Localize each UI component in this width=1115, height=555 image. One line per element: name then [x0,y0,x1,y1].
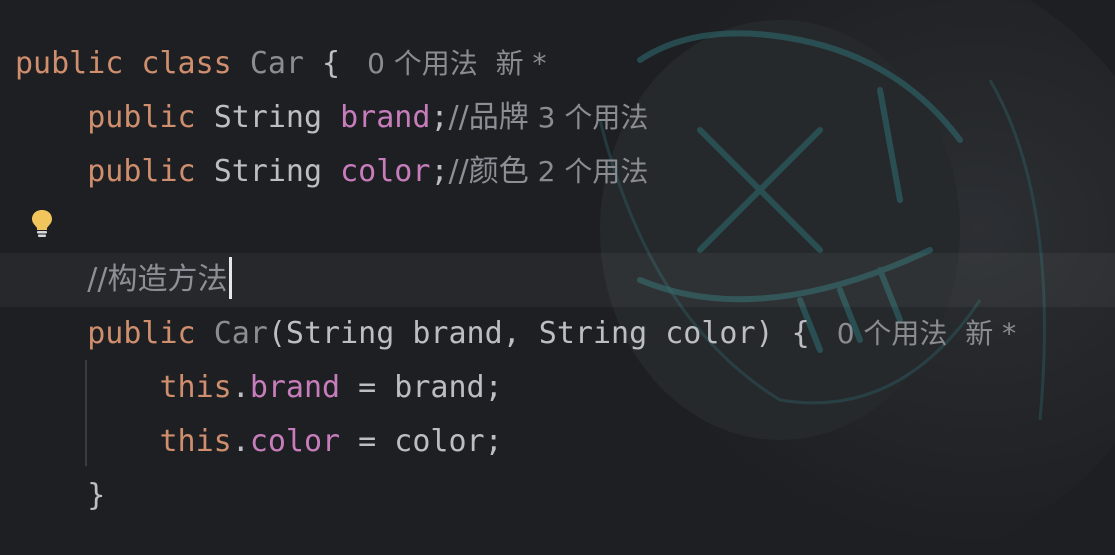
code-token: ; [430,154,449,189]
indent-guide [85,360,87,466]
code-token: color [340,154,431,189]
code-token: Car [249,46,304,81]
code-token: . [231,424,250,459]
code-token: = color; [340,424,503,459]
code-token: public [15,316,214,351]
code-token: brand [340,100,431,135]
code-text: public String brand;//品牌 3 个用法 [15,91,648,145]
code-line[interactable]: this.color = color; [0,415,1115,469]
code-token: . [231,370,250,405]
code-line[interactable]: this.brand = brand; [0,361,1115,415]
code-comment: //品牌 [448,100,529,135]
code-token: } [15,478,106,513]
code-token: public [15,100,214,135]
code-editor[interactable]: public class Car { 0 个用法 新 * public Stri… [0,0,1115,555]
usage-inlay-hint[interactable]: 0 个用法 新 * [358,47,546,80]
code-comment: //颜色 [448,154,529,189]
code-token: public [15,154,214,189]
code-line[interactable]: } [0,469,1115,523]
code-text: //构造方法 [15,253,233,307]
text-caret [229,256,233,299]
code-line-current[interactable]: //构造方法 [0,253,1115,307]
code-line[interactable] [0,199,1115,253]
code-text: public Car(String brand, String color) {… [15,307,1016,361]
code-text: this.brand = brand; [15,361,503,415]
code-token: this [15,370,232,405]
code-token: Car [213,316,268,351]
code-token: color [249,424,341,459]
code-token: { [304,46,359,81]
code-text: } [15,469,105,523]
code-line[interactable]: public String brand;//品牌 3 个用法 [0,91,1115,145]
code-token: brand [249,370,341,405]
code-token: ; [430,100,449,135]
usage-inlay-hint[interactable]: 3 个用法 [529,101,649,134]
code-text: public String color;//颜色 2 个用法 [15,145,648,199]
code-text: this.color = color; [15,415,503,469]
code-comment: //构造方法 [87,262,228,297]
code-token: String [213,100,341,135]
code-token: this [15,424,232,459]
usage-inlay-hint[interactable]: 2 个用法 [529,155,649,188]
code-token: public class [15,46,250,81]
lightbulb-icon[interactable] [29,208,55,238]
code-token: (String brand, String color) { [267,316,828,351]
usage-inlay-hint[interactable]: 0 个用法 新 * [828,317,1016,350]
code-token: String [213,154,341,189]
code-line[interactable]: public class Car { 0 个用法 新 * [0,37,1115,91]
code-line[interactable]: public String color;//颜色 2 个用法 [0,145,1115,199]
code-token: = brand; [340,370,503,405]
code-text: public class Car { 0 个用法 新 * [15,37,547,91]
code-line[interactable]: public Car(String brand, String color) {… [0,307,1115,361]
